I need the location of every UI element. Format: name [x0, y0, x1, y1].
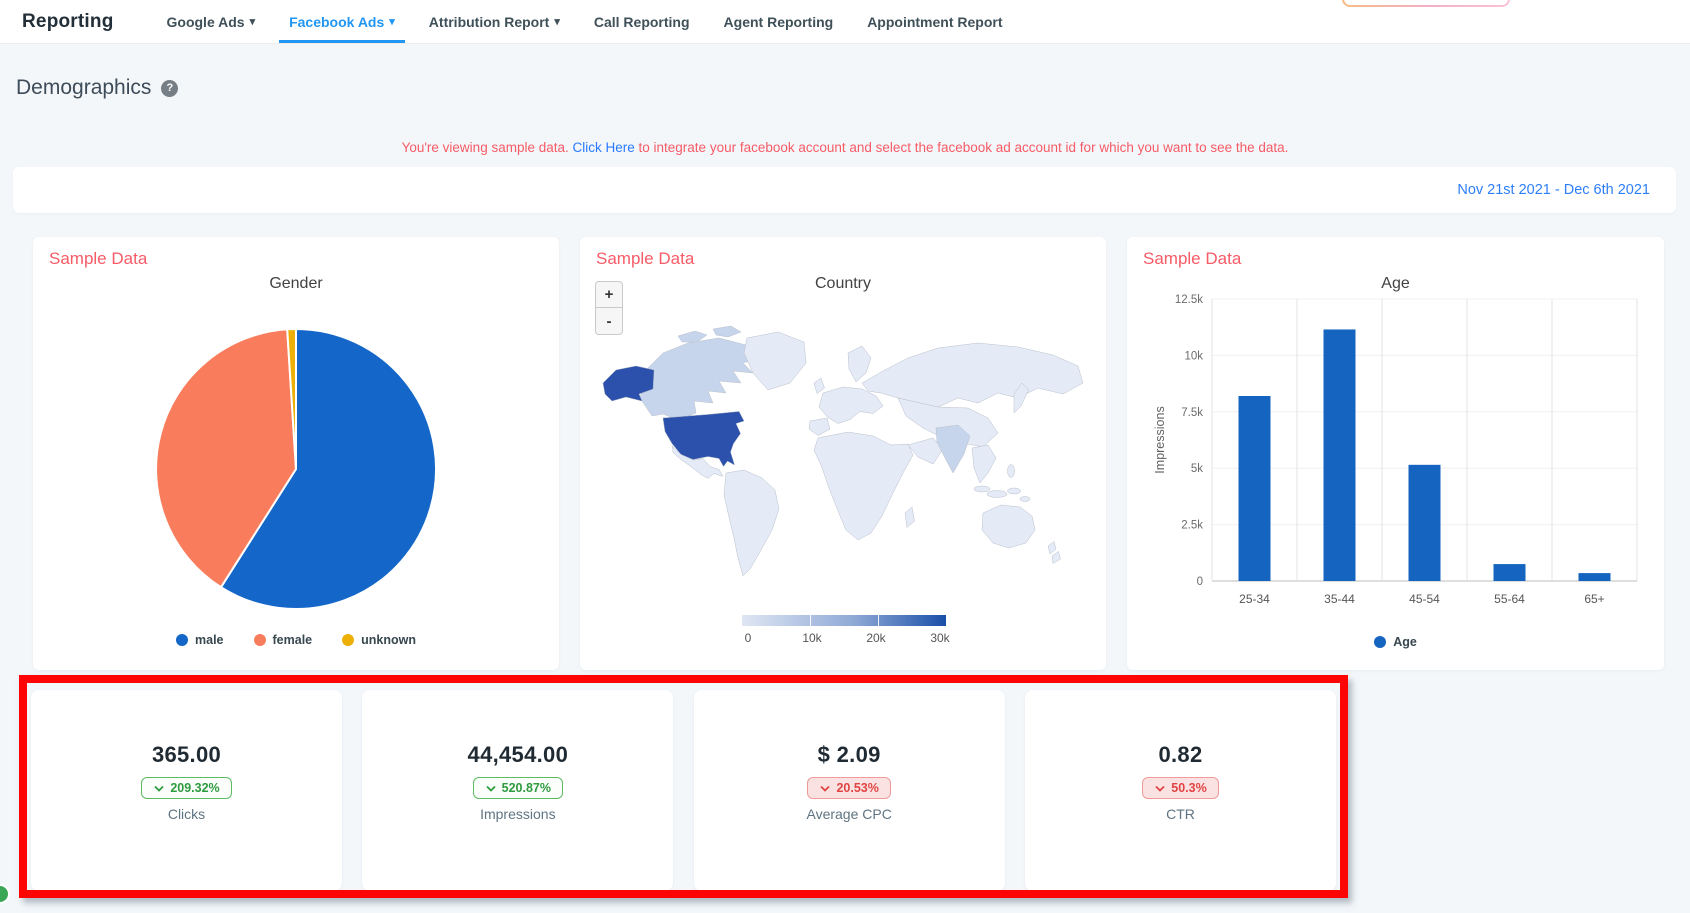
- tab-label: Agent Reporting: [723, 13, 834, 30]
- svg-text:55-64: 55-64: [1494, 592, 1525, 606]
- svg-text:2.5k: 2.5k: [1181, 520, 1203, 532]
- kpi-value: 365.00: [151, 742, 222, 767]
- trend-badge: 20.53%: [807, 777, 891, 799]
- tab-call-reporting[interactable]: Call Reporting: [584, 0, 700, 43]
- gender-chart-title: Gender: [269, 275, 323, 292]
- legend-item-female: female: [253, 633, 312, 647]
- country-chart-title: Country: [814, 275, 872, 292]
- legend-item-age: Age: [1374, 635, 1417, 649]
- kpi-card-row: 365.00 209.32% Clicks 44,454.00 520.87% …: [26, 690, 1341, 891]
- map-scale-labels: 0 10k 20k 30k: [744, 631, 950, 645]
- svg-text:65+: 65+: [1584, 592, 1604, 606]
- age-dot-icon: [1374, 636, 1387, 648]
- chevron-down-icon: ▾: [249, 16, 256, 28]
- filter-bar: Nov 21st 2021 - Dec 6th 2021: [13, 167, 1676, 213]
- age-legend: Age: [1127, 635, 1664, 649]
- map-color-scale: [742, 615, 946, 626]
- svg-text:5k: 5k: [1191, 463, 1203, 475]
- page-title: Demographics: [16, 76, 152, 99]
- svg-text:45-54: 45-54: [1409, 592, 1440, 606]
- svg-text:0: 0: [1197, 576, 1203, 588]
- chevron-down-icon: ▾: [554, 16, 560, 28]
- map-zoom-out-button[interactable]: -: [595, 308, 623, 335]
- gender-pie-chart: [155, 328, 437, 610]
- sample-data-label: Sample Data: [1143, 249, 1242, 268]
- kpi-label: Impressions: [480, 806, 556, 822]
- help-icon[interactable]: ?: [161, 79, 179, 97]
- tab-label: Facebook Ads: [289, 13, 385, 30]
- tab-facebook-ads[interactable]: Facebook Ads ▾: [279, 0, 405, 43]
- map-zoom-in-button[interactable]: +: [595, 281, 623, 308]
- chat-widget-partial[interactable]: [0, 884, 10, 904]
- unknown-dot-icon: [342, 634, 355, 646]
- tab-label: Appointment Report: [867, 13, 1003, 30]
- male-dot-icon: [176, 634, 189, 646]
- female-dot-icon: [253, 634, 266, 646]
- age-card: Sample Data Age 0 2.5k 5k 7.5k 10k 12.5k 25-34…: [1127, 237, 1664, 670]
- svg-text:Impressions: Impressions: [1153, 406, 1167, 473]
- chevron-down-icon: [154, 785, 164, 792]
- kpi-label: Clicks: [167, 806, 206, 822]
- tab-label: Attribution Report: [428, 13, 550, 30]
- chevron-down-icon: [486, 785, 496, 792]
- svg-text:7.5k: 7.5k: [1181, 407, 1203, 419]
- tab-label: Google Ads: [166, 13, 245, 30]
- kpi-label: CTR: [1166, 806, 1195, 822]
- tab-label: Call Reporting: [593, 13, 690, 30]
- kpi-value: 0.82: [1158, 742, 1203, 767]
- kpi-label: Average CPC: [806, 806, 892, 822]
- tab-google-ads[interactable]: Google Ads ▾: [157, 0, 266, 43]
- date-range-picker[interactable]: Nov 21st 2021 - Dec 6th 2021: [1457, 182, 1650, 198]
- sample-data-notice: You're viewing sample data. Click Here t…: [0, 140, 1690, 155]
- kpi-card-impressions: 44,454.00 520.87% Impressions: [362, 690, 674, 891]
- kpi-card-average-cpc: $ 2.09 20.53% Average CPC: [693, 690, 1005, 891]
- kpi-card-clicks: 365.00 209.32% Clicks: [31, 690, 342, 891]
- notice-text: You're viewing sample data.: [401, 140, 573, 155]
- gender-card: Sample Data Gender male female unknown: [33, 237, 559, 670]
- chevron-down-icon: [1155, 785, 1165, 792]
- kpi-value: 44,454.00: [467, 742, 569, 767]
- kpi-card-ctr: 0.82 50.3% CTR: [1024, 690, 1336, 891]
- sample-data-label: Sample Data: [596, 249, 695, 268]
- trend-badge: 50.3%: [1142, 777, 1219, 799]
- age-bar-chart: 0 2.5k 5k 7.5k 10k 12.5k 25-34 35-44 45-54 55-64 6…: [1153, 294, 1638, 606]
- legend-item-male: male: [176, 633, 224, 647]
- svg-text:35-44: 35-44: [1324, 592, 1355, 606]
- app-title: Reporting: [22, 10, 114, 32]
- gender-legend: male female unknown: [33, 633, 559, 647]
- tab-agent-reporting[interactable]: Agent Reporting: [714, 0, 844, 43]
- trend-badge: 520.87%: [472, 777, 563, 799]
- country-card: Sample Data Country + - 0 10k 20k 30k: [580, 237, 1106, 670]
- report-tabs: Google Ads ▾ Facebook Ads ▾ Attribution …: [150, 0, 1020, 43]
- sample-data-label: Sample Data: [49, 249, 148, 268]
- legend-item-unknown: unknown: [342, 633, 416, 647]
- notice-text: to integrate your facebook account and s…: [634, 140, 1289, 155]
- cutoff-button-top-right[interactable]: [1342, 0, 1510, 7]
- svg-text:12.5k: 12.5k: [1175, 294, 1203, 306]
- kpi-value: $ 2.09: [817, 742, 881, 767]
- svg-text:10k: 10k: [1184, 350, 1203, 362]
- tab-appointment-report[interactable]: Appointment Report: [857, 0, 1012, 43]
- trend-badge: 209.32%: [141, 777, 232, 799]
- svg-text:25-34: 25-34: [1239, 592, 1270, 606]
- click-here-link[interactable]: Click Here: [573, 140, 635, 155]
- chevron-down-icon: ▾: [389, 16, 395, 28]
- chevron-down-icon: [820, 785, 831, 792]
- world-map-choropleth: [588, 323, 1098, 603]
- tab-attribution-report[interactable]: Attribution Report ▾: [419, 0, 570, 43]
